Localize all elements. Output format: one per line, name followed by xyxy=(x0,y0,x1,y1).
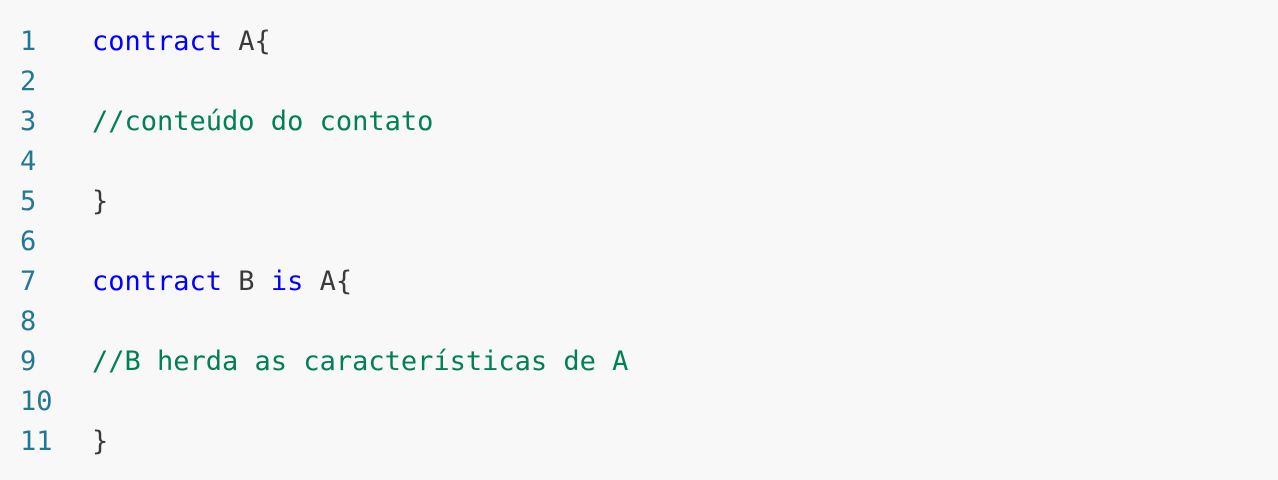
code-line: 3 //conteúdo do contato xyxy=(0,102,1278,142)
comment-token: //B herda as características de A xyxy=(92,346,629,377)
line-number: 1 xyxy=(20,26,37,57)
plain-token: } xyxy=(92,186,109,217)
line-number: 2 xyxy=(20,66,37,97)
line-number: 7 xyxy=(20,266,37,297)
code-content: //B herda as características de A xyxy=(92,342,628,382)
comment-token: //conteúdo do contato xyxy=(92,106,434,137)
code-line: 6 xyxy=(0,222,1278,262)
code-content: contract A{ xyxy=(92,22,271,62)
code-content: } xyxy=(92,422,108,462)
line-number: 8 xyxy=(20,306,37,337)
code-line: 8 xyxy=(0,302,1278,342)
code-line: 10 xyxy=(0,382,1278,422)
code-content: //conteúdo do contato xyxy=(92,102,433,142)
line-number: 9 xyxy=(20,346,37,377)
plain-token: } xyxy=(92,426,109,457)
line-number: 10 xyxy=(20,386,53,417)
code-line: 7 contract B is A{ xyxy=(0,262,1278,302)
code-line: 11 } xyxy=(0,422,1278,462)
plain-token: B xyxy=(222,266,271,297)
code-line: 1 contract A{ xyxy=(0,22,1278,62)
code-line: 5 } xyxy=(0,182,1278,222)
code-content: contract B is A{ xyxy=(92,262,352,302)
code-line: 2 xyxy=(0,62,1278,102)
plain-token: A{ xyxy=(222,26,271,57)
code-content: } xyxy=(92,182,108,222)
line-number: 11 xyxy=(20,426,53,457)
keyword-token: contract xyxy=(92,26,223,57)
keyword-token: contract xyxy=(92,266,223,297)
line-number: 3 xyxy=(20,106,37,137)
line-number: 4 xyxy=(20,146,37,177)
keyword-token: is xyxy=(270,266,304,297)
code-block: 1 contract A{ 2 3 //conteúdo do contato … xyxy=(0,0,1278,480)
line-number: 5 xyxy=(20,186,37,217)
code-line: 4 xyxy=(0,142,1278,182)
line-number: 6 xyxy=(20,226,37,257)
code-line: 9 //B herda as características de A xyxy=(0,342,1278,382)
plain-token: A{ xyxy=(303,266,353,297)
